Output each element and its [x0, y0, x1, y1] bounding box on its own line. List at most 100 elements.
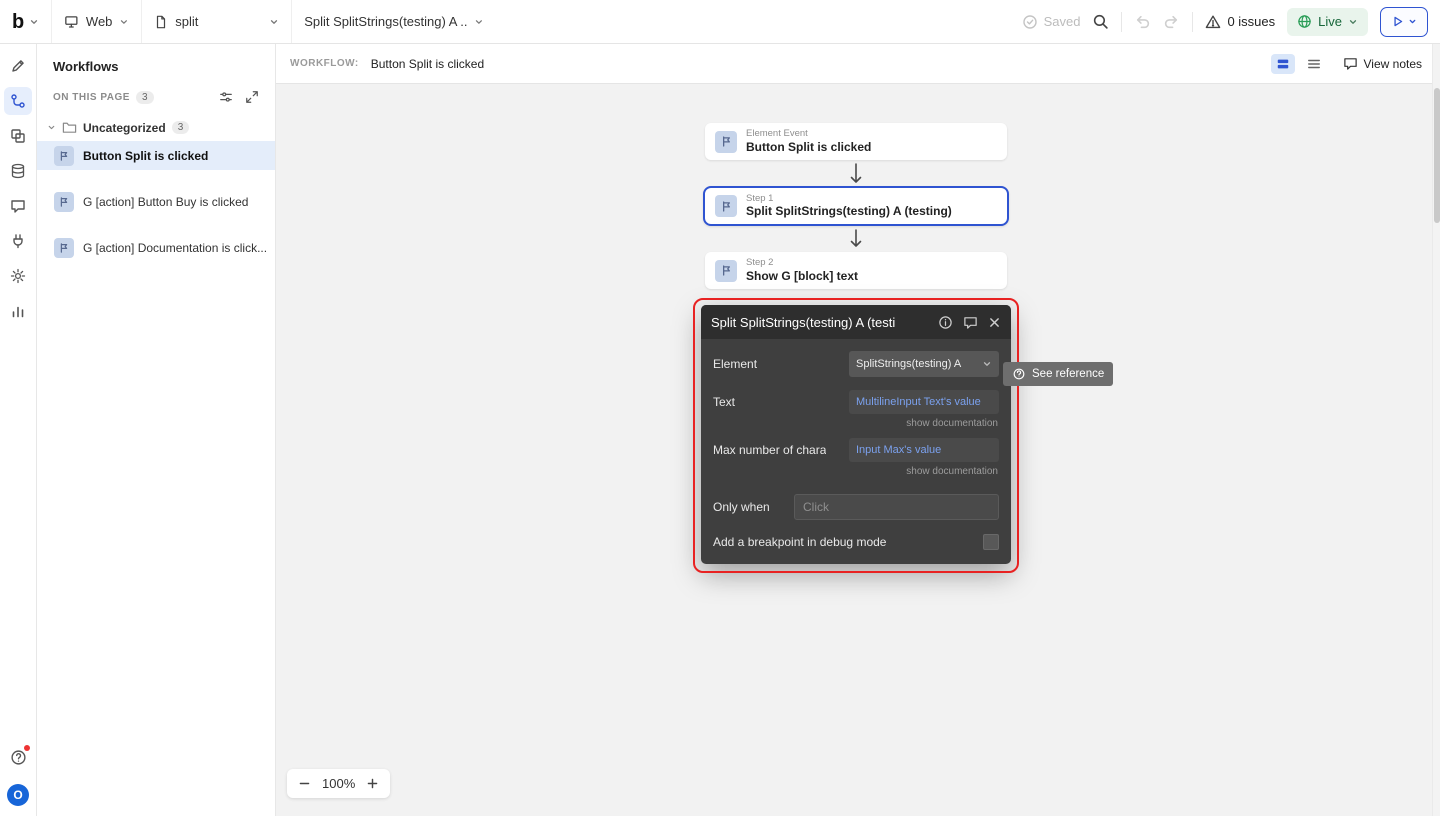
view-cards-toggle[interactable]	[1270, 53, 1295, 74]
saved-status: Saved	[1022, 14, 1081, 30]
platform-dropdown[interactable]: Web	[51, 0, 141, 43]
preview-button[interactable]	[1380, 6, 1428, 37]
max-chars-expression-value: Input Max's value	[856, 444, 942, 456]
chevron-down-icon	[271, 19, 278, 24]
layout-icon	[11, 129, 25, 143]
canvas-area[interactable]: Element Event Button Split is clicked St…	[276, 84, 1440, 816]
folder-uncategorized[interactable]: Uncategorized 3	[37, 114, 275, 141]
max-chars-expression-field[interactable]: Input Max's value	[849, 438, 999, 462]
settings-tab[interactable]	[4, 262, 32, 290]
topbar-right: Saved 0 issues Live	[1022, 6, 1440, 37]
node-kind: Step 2	[746, 257, 774, 269]
scrollbar-thumb[interactable]	[1434, 88, 1440, 223]
view-list-toggle[interactable]	[1302, 54, 1326, 74]
workflow-item-label: G [action] Button Buy is clicked	[83, 194, 249, 209]
issues-button[interactable]: 0 issues	[1205, 14, 1275, 30]
filter-icon[interactable]	[219, 90, 233, 104]
undo-icon[interactable]	[1134, 13, 1151, 30]
saved-label: Saved	[1043, 14, 1081, 29]
node-kind: Element Event	[746, 128, 808, 140]
only-when-input[interactable]	[794, 494, 999, 520]
divider	[1192, 11, 1194, 32]
chevron-down-icon	[121, 19, 128, 24]
show-documentation-link[interactable]: show documentation	[714, 418, 998, 429]
design-tab[interactable]	[4, 52, 32, 80]
minus-icon	[299, 782, 310, 785]
workflow-label: WORKFLOW:	[290, 58, 359, 69]
chevron-down-icon	[48, 125, 55, 130]
text-label: Text	[713, 395, 736, 409]
zoom-out-button[interactable]	[298, 777, 311, 790]
view-notes-button[interactable]: View notes	[1343, 56, 1422, 71]
user-avatar[interactable]: O	[7, 784, 29, 806]
workflow-list-item[interactable]: G [action] Button Buy is clicked	[37, 187, 275, 216]
divider	[1121, 11, 1123, 32]
logs-tab[interactable]	[4, 297, 32, 325]
event-icon	[54, 191, 74, 212]
components-tab[interactable]	[4, 122, 32, 150]
folder-icon	[62, 122, 77, 133]
plugins-tab[interactable]	[4, 227, 32, 255]
pencil-icon	[12, 60, 24, 72]
page-icon	[157, 15, 166, 28]
text-expression-value: MultilineInput Text's value	[856, 396, 981, 408]
workflow-list-item[interactable]: Button Split is clicked	[37, 141, 275, 170]
action-property-editor: Split SplitStrings(testing) A (testi Ele…	[701, 305, 1011, 564]
check-circle-icon	[1022, 14, 1037, 29]
note-bubble-icon	[1343, 58, 1357, 70]
rows-icon	[1277, 59, 1288, 68]
step1-node[interactable]: Step 1 Split SplitStrings(testing) A (te…	[703, 186, 1009, 226]
notification-dot	[24, 745, 30, 751]
show-documentation-link[interactable]: show documentation	[714, 466, 998, 477]
workflow-item-label: G [action] Documentation is click...	[83, 240, 267, 255]
workflow-tab[interactable]	[4, 87, 32, 115]
workflow-item-label: Button Split is clicked	[83, 148, 209, 163]
data-tab[interactable]	[4, 157, 32, 185]
section-count-badge: 3	[135, 90, 154, 104]
breakpoint-label: Add a breakpoint in debug mode	[713, 535, 887, 549]
step2-node[interactable]: Step 2 Show G [block] text	[705, 252, 1007, 289]
app-body: O Workflows ON THIS PAGE 3 Uncategorized…	[0, 44, 1440, 816]
comment-icon[interactable]	[963, 315, 978, 330]
event-node[interactable]: Element Event Button Split is clicked	[705, 123, 1007, 160]
see-reference-label: See reference	[1032, 368, 1105, 380]
styles-tab[interactable]	[4, 192, 32, 220]
on-this-page-section: ON THIS PAGE 3	[37, 84, 275, 114]
close-icon[interactable]	[988, 316, 1001, 329]
event-icon	[715, 130, 737, 153]
vertical-scrollbar[interactable]	[1432, 44, 1440, 816]
breakpoint-checkbox[interactable]	[983, 534, 999, 550]
popup-titlebar[interactable]: Split SplitStrings(testing) A (testi	[701, 305, 1011, 339]
topbar: b Web split Split SplitStrings(testing) …	[0, 0, 1440, 44]
page-dropdown[interactable]: split	[141, 0, 291, 43]
text-expression-field[interactable]: MultilineInput Text's value	[849, 390, 999, 414]
database-icon	[11, 163, 25, 179]
workflows-panel: Workflows ON THIS PAGE 3 Uncategorized 3…	[37, 44, 276, 816]
zoom-level: 100%	[322, 776, 356, 791]
bubble-logo-menu[interactable]: b	[0, 0, 51, 43]
panel-title: Workflows	[53, 59, 119, 74]
search-icon[interactable]	[1092, 13, 1109, 30]
plug-icon	[13, 234, 23, 249]
see-reference-tooltip[interactable]: See reference	[1003, 362, 1114, 386]
workflow-list-item[interactable]: G [action] Documentation is click...	[37, 233, 275, 262]
zoom-in-button[interactable]	[366, 777, 379, 790]
list-icon	[1307, 59, 1320, 68]
element-label: Element	[713, 357, 758, 371]
help-button[interactable]	[4, 743, 32, 771]
arrow-down-icon	[850, 163, 862, 183]
expand-icon[interactable]	[245, 90, 259, 104]
element-select[interactable]: SplitStrings(testing) A	[849, 351, 999, 377]
workflow-name: Button Split is clicked	[370, 56, 485, 71]
info-icon[interactable]	[938, 315, 953, 330]
avatar-initial: O	[13, 788, 23, 802]
bubble-logo: b	[12, 10, 25, 33]
node-title: Show G [block] text	[746, 268, 859, 283]
live-button[interactable]: Live	[1287, 7, 1368, 36]
help-icon	[10, 749, 26, 765]
popup-title: Split SplitStrings(testing) A (testi	[711, 314, 896, 330]
view-notes-label: View notes	[1363, 56, 1422, 71]
workflow-canvas: WORKFLOW: Button Split is clicked View n…	[276, 44, 1440, 816]
redo-icon[interactable]	[1163, 13, 1180, 30]
workflow-dropdown[interactable]: Split SplitStrings(testing) A ...	[291, 0, 496, 43]
